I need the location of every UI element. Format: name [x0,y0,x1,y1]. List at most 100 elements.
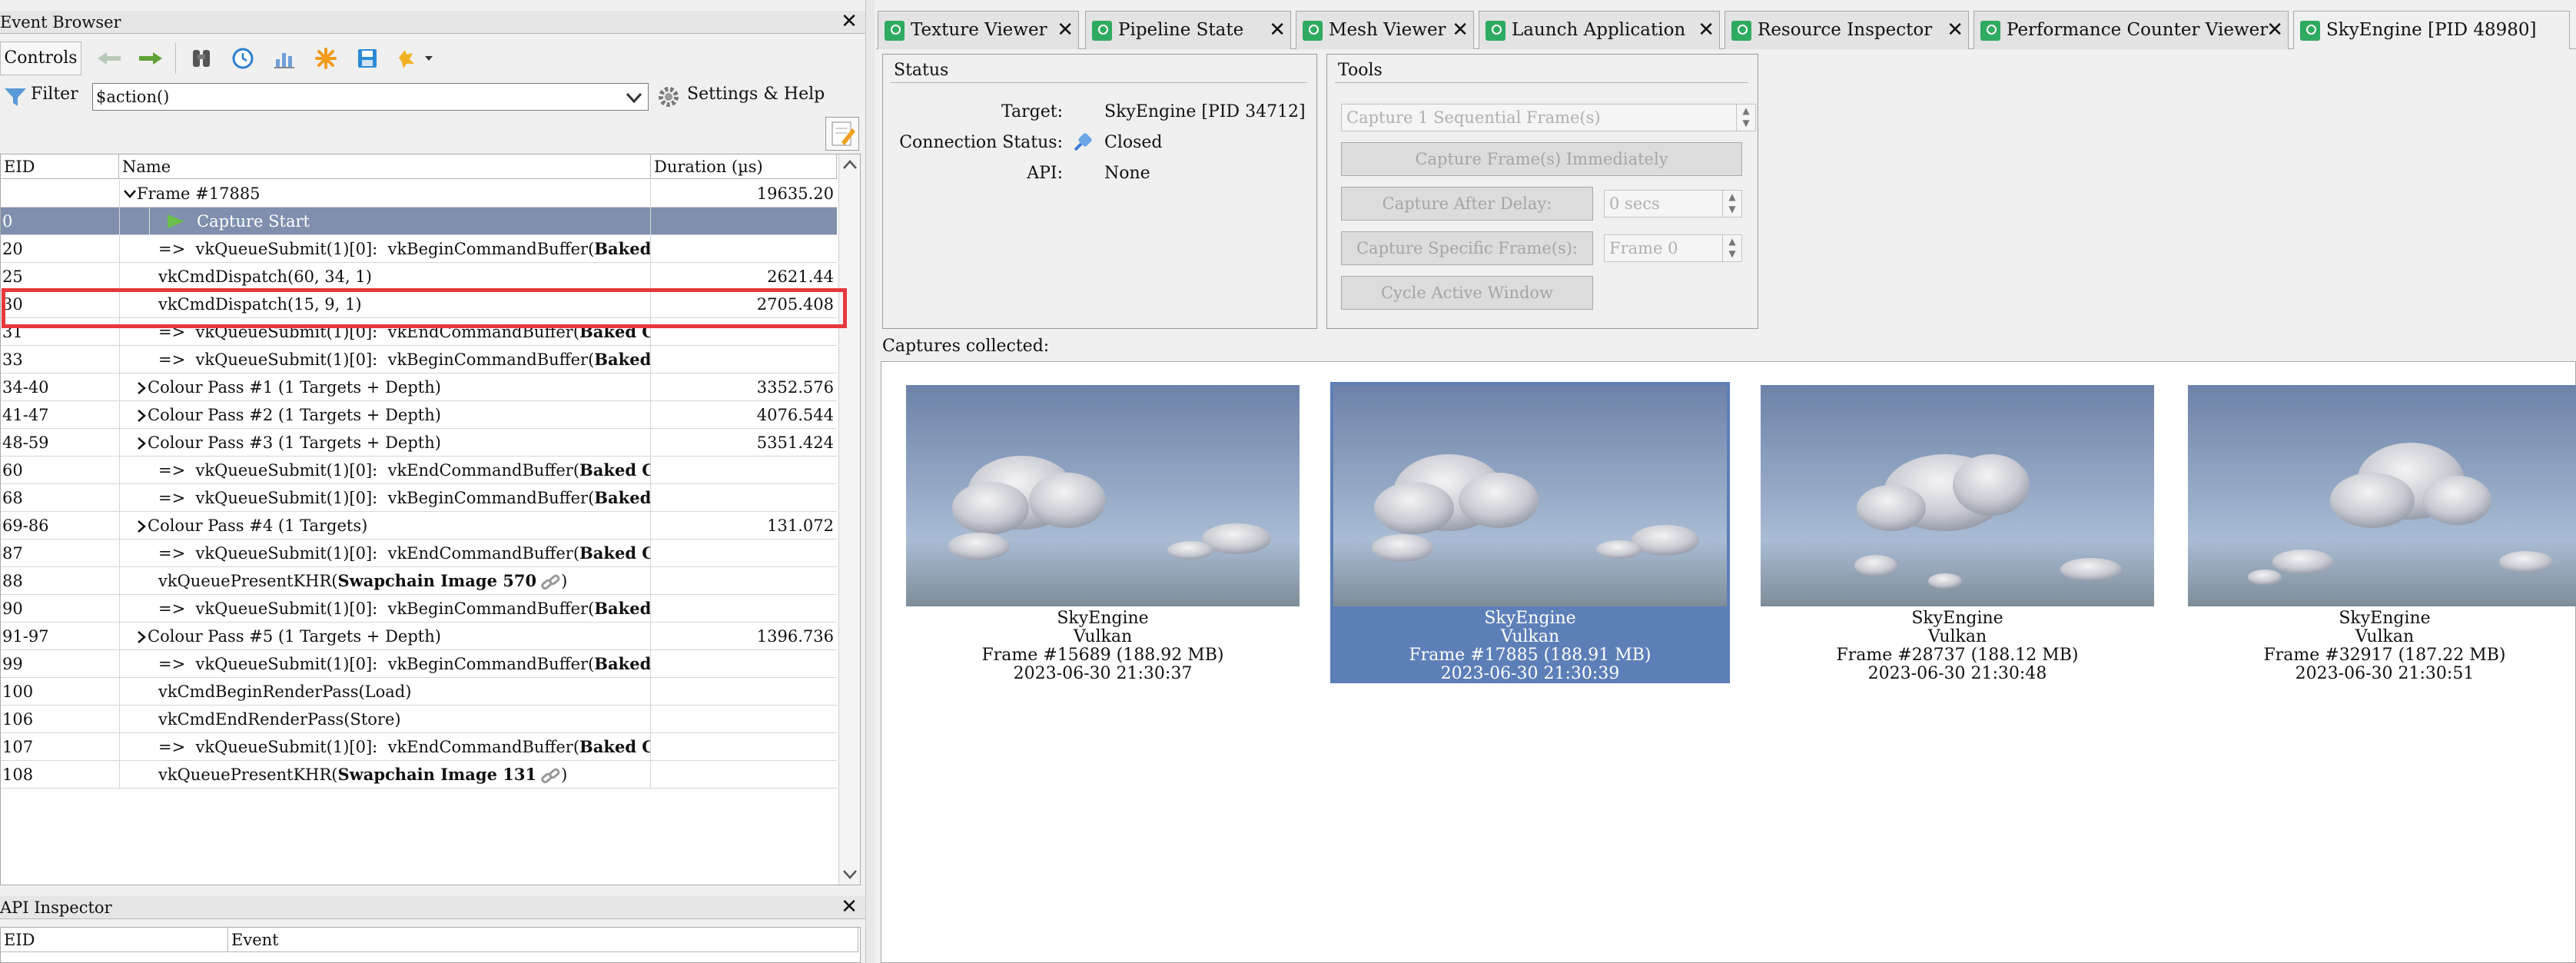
event-row[interactable]: 90 => vkQueueSubmit(1)[0]: vkBeginCommand… [1,595,837,623]
event-duration: 3352.576 [756,378,834,397]
tab-resource-inspector[interactable]: Resource Inspector ✕ [1725,11,1969,49]
capture-time: 2023-06-30 21:30:39 [1440,664,1620,683]
event-row[interactable]: 69-86 Colour Pass #4 (1 Targets) 131.072 [1,512,837,540]
controls-button[interactable]: Controls [0,42,81,75]
event-row[interactable]: 33 => vkQueueSubmit(1)[0]: vkBeginCommand… [1,346,837,374]
bookmark-dropdown-icon[interactable] [392,42,441,75]
tab-skyengine-48980[interactable]: SkyEngine [PID 48980] [2293,11,2570,49]
event-row[interactable]: 106 vkCmdEndRenderPass(Store) [1,706,837,733]
tab-pipeline-state[interactable]: Pipeline State ✕ [1085,11,1291,49]
capture-thumbnail[interactable] [906,385,1300,606]
frame-input[interactable]: Frame 0 ▲ ▼ [1604,234,1742,262]
event-name-text: => vkQueueSubmit(1)[0]: vkBeginCommandBu… [158,240,595,258]
column-header-eid[interactable]: EID [1,154,119,179]
event-row[interactable]: Frame #17885 19635.20 [1,180,837,208]
tab-mesh-viewer[interactable]: Mesh Viewer ✕ [1296,11,1474,49]
event-row[interactable]: 41-47 Colour Pass #2 (1 Targets + Depth) 4… [1,401,837,429]
capture-card[interactable]: SkyEngine Vulkan Frame #15689 (188.92 MB) 2… [903,382,1303,683]
event-row[interactable]: 60 => vkQueueSubmit(1)[0]: vkEndCommandBu… [1,457,837,484]
back-arrow-icon[interactable] [92,42,126,75]
panel-splitter[interactable] [865,0,875,963]
tab-performance-counter-viewer[interactable]: Performance Counter Viewer ✕ [1973,11,2289,49]
tab-texture-viewer[interactable]: Texture Viewer ✕ [878,11,1079,49]
event-row[interactable]: 48-59 Colour Pass #3 (1 Targets + Depth) 5… [1,429,837,457]
close-icon[interactable]: ✕ [2266,12,2283,48]
scroll-up-icon[interactable] [842,159,858,170]
capture-specific-frames-button[interactable]: Capture Specific Frame(s): [1341,231,1593,265]
close-icon[interactable]: ✕ [838,11,861,34]
close-icon[interactable]: ✕ [1698,12,1715,48]
capture-card[interactable]: SkyEngine Vulkan Frame #17885 (188.91 MB) 2… [1330,382,1730,683]
chart-icon[interactable] [267,42,301,75]
capture-after-delay-button[interactable]: Capture After Delay: [1341,187,1593,221]
capture-thumbnail[interactable] [1761,385,2154,606]
capture-immediately-button[interactable]: Capture Frame(s) Immediately [1341,142,1742,176]
star-icon[interactable] [309,42,343,75]
chevron-right-icon[interactable] [137,520,146,533]
sequential-frames-input[interactable]: Capture 1 Sequential Frame(s) ▲ ▼ [1341,104,1756,131]
event-name-bold: Baked [594,599,651,618]
settings-help-link[interactable]: Settings & Help [687,85,825,104]
capture-card[interactable]: SkyEngine Vulkan Frame #32917 (187.22 MB) 2… [2185,382,2576,683]
event-row[interactable]: 88 vkQueuePresentKHR(Swapchain Image 570) [1,567,837,595]
link-icon[interactable] [539,767,561,785]
timeline-clock-icon[interactable] [226,42,260,75]
event-row[interactable]: 91-97 Colour Pass #5 (1 Targets + Depth) 1… [1,623,837,650]
event-row[interactable]: 68 => vkQueueSubmit(1)[0]: vkBeginCommand… [1,484,837,512]
capture-details: SkyEngine Vulkan Frame #15689 (188.92 MB) 2… [903,609,1303,683]
link-icon[interactable] [539,573,561,592]
spin-arrows-icon[interactable]: ▲ ▼ [1722,235,1741,261]
close-icon[interactable]: ✕ [1057,12,1074,48]
event-row[interactable]: 25 vkCmdDispatch(60, 34, 1) 2621.44 [1,263,837,291]
save-icon[interactable] [350,42,384,75]
chevron-down-icon[interactable] [123,188,137,199]
event-rows: Frame #17885 19635.20 0 Capture Start 20 => v… [1,180,837,848]
delay-input[interactable]: 0 secs ▲ ▼ [1604,190,1742,218]
event-row[interactable]: 107 => vkQueueSubmit(1)[0]: vkEndCommandB… [1,733,837,761]
scroll-down-icon[interactable] [842,869,858,880]
filter-label: Filter [31,85,78,104]
close-icon[interactable]: ✕ [1269,12,1286,48]
chevron-right-icon[interactable] [137,437,146,450]
note-edit-button[interactable] [825,117,859,151]
filter-input[interactable]: $action() [92,83,649,111]
chevron-down-icon[interactable] [625,90,643,105]
vertical-scrollbar[interactable] [838,154,860,885]
event-row[interactable]: 108 vkQueuePresentKHR(Swapchain Image 131… [1,761,837,789]
event-row[interactable]: 0 Capture Start [1,208,837,235]
event-row[interactable]: 34-40 Colour Pass #1 (1 Targets + Depth) 3… [1,374,837,401]
column-header-duration[interactable]: Duration (µs) [651,154,837,179]
chevron-right-icon[interactable] [137,381,146,395]
close-icon[interactable]: ✕ [838,896,861,919]
event-name-text: => vkQueueSubmit(1)[0]: vkBeginCommandBu… [158,489,595,507]
column-header-event[interactable]: Event [228,928,858,952]
event-name: Colour Pass #2 (1 Targets + Depth) [148,401,441,428]
settings-gear-icon[interactable] [656,85,681,109]
event-row[interactable]: 87 => vkQueueSubmit(1)[0]: vkEndCommandBu… [1,540,837,567]
column-header-eid[interactable]: EID [1,928,228,952]
event-eid: 34-40 [2,378,49,397]
close-icon[interactable]: ✕ [1452,12,1469,48]
event-duration: 4076.544 [756,406,834,424]
tab-launch-application[interactable]: Launch Application ✕ [1479,11,1720,49]
event-name-text: Frame #17885 [137,184,261,203]
event-row[interactable]: 99 => vkQueueSubmit(1)[0]: vkBeginCommand… [1,650,837,678]
column-header-name[interactable]: Name [119,154,651,179]
spin-arrows-icon[interactable]: ▲ ▼ [1722,191,1741,217]
event-name-text: Colour Pass #4 (1 Targets) [148,516,368,535]
event-row[interactable]: 100 vkCmdBeginRenderPass(Load) [1,678,837,706]
chevron-right-icon[interactable] [137,409,146,423]
spin-arrows-icon[interactable]: ▲ ▼ [1736,105,1755,131]
cycle-active-window-button[interactable]: Cycle Active Window [1341,276,1593,310]
capture-card[interactable]: SkyEngine Vulkan Frame #28737 (188.12 MB) 2… [1758,382,2157,683]
chevron-right-icon[interactable] [137,630,146,644]
event-row[interactable]: 20 => vkQueueSubmit(1)[0]: vkBeginCommand… [1,235,837,263]
capture-thumbnail[interactable] [1333,385,1727,606]
captures-collected-label: Captures collected: [882,337,1050,356]
capture-thumbnail[interactable] [2188,385,2576,606]
forward-arrow-icon[interactable] [134,42,168,75]
event-name: => vkQueueSubmit(1)[0]: vkEndCommandBuff… [158,457,650,483]
close-icon[interactable]: ✕ [1947,12,1964,48]
event-name: Colour Pass #1 (1 Targets + Depth) [148,374,441,400]
find-binoculars-icon[interactable] [184,42,218,75]
